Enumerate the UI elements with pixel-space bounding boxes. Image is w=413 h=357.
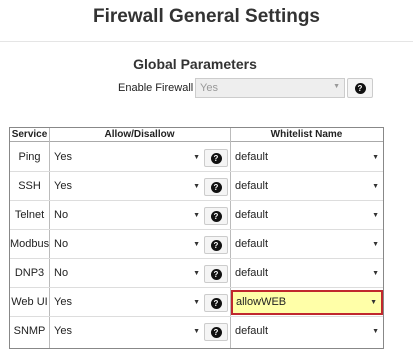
whitelist-value: default [235,238,269,250]
service-name: DNP3 [14,267,45,279]
question-circle-icon: ? [210,181,222,193]
help-button[interactable]: ? [204,149,228,167]
header-service: Service [11,129,48,140]
service-name: Web UI [11,296,48,308]
service-name: Telnet [14,209,45,221]
question-circle-icon: ? [210,268,222,280]
caret-down-icon: ▼ [193,212,200,219]
service-name: Ping [18,151,41,163]
table-row: Web UI Yes ▼ ? allowWEB ▼ [10,288,383,317]
table-row: SSH Yes ▼ ? default ▼ [10,172,383,201]
enable-firewall-help-button[interactable]: ? [347,78,373,98]
allow-select[interactable]: No ▼ [54,207,202,224]
whitelist-select[interactable]: default ▼ [235,323,381,340]
allow-select[interactable]: No ▼ [54,236,202,253]
table-row: Modbus No ▼ ? default ▼ [10,230,383,259]
question-circle-icon: ? [210,239,222,251]
table-row: SNMP Yes ▼ ? default ▼ [10,317,383,346]
help-button[interactable]: ? [204,265,228,283]
question-circle-icon: ? [210,297,222,309]
enable-firewall-value: Yes [200,82,218,94]
caret-down-icon: ▼ [372,183,379,190]
question-circle-icon: ? [354,82,366,94]
table-header: Service Allow/Disallow Whitelist Name [10,128,383,142]
caret-down-icon: ▼ [333,83,340,90]
allow-select[interactable]: Yes ▼ [54,294,202,311]
allow-value: Yes [54,151,72,163]
question-circle-icon: ? [210,210,222,222]
page-title: Firewall General Settings [92,6,321,27]
allow-select[interactable]: No ▼ [54,265,202,282]
whitelist-select[interactable]: default ▼ [235,178,381,195]
help-button[interactable]: ? [204,178,228,196]
whitelist-select[interactable]: default ▼ [235,236,381,253]
allow-value: No [54,238,69,250]
help-button[interactable]: ? [204,323,228,341]
allow-select[interactable]: Yes ▼ [54,149,202,166]
service-name: SNMP [13,325,46,337]
allow-value: No [54,267,69,279]
whitelist-value: default [235,180,269,192]
service-name: SSH [18,180,41,192]
table-row: Telnet No ▼ ? default ▼ [10,201,383,230]
allow-select[interactable]: Yes ▼ [54,178,202,195]
allow-value: Yes [54,296,72,308]
whitelist-select[interactable]: default ▼ [235,265,381,282]
whitelist-value: default [235,209,269,221]
caret-down-icon: ▼ [372,241,379,248]
caret-down-icon: ▼ [370,299,377,306]
allow-value: No [54,209,69,221]
enable-firewall-select[interactable]: Yes ▼ [195,78,345,98]
whitelist-value: default [235,267,269,279]
whitelist-select-highlighted[interactable]: allowWEB ▼ [231,290,383,315]
enable-firewall-label: Enable Firewall [118,82,194,94]
caret-down-icon: ▼ [193,183,200,190]
caret-down-icon: ▼ [372,154,379,161]
whitelist-select[interactable]: default ▼ [235,207,381,224]
caret-down-icon: ▼ [193,241,200,248]
help-button[interactable]: ? [204,294,228,312]
divider [0,41,413,42]
allow-select[interactable]: Yes ▼ [54,323,202,340]
help-button[interactable]: ? [204,236,228,254]
caret-down-icon: ▼ [372,270,379,277]
whitelist-select[interactable]: default ▼ [235,149,381,166]
caret-down-icon: ▼ [372,212,379,219]
caret-down-icon: ▼ [193,299,200,306]
whitelist-value: default [235,151,269,163]
caret-down-icon: ▼ [193,270,200,277]
question-circle-icon: ? [210,326,222,338]
header-whitelist-name: Whitelist Name [270,129,343,140]
allow-value: Yes [54,180,72,192]
help-button[interactable]: ? [204,207,228,225]
service-name: Modbus [10,238,50,250]
table-row: DNP3 No ▼ ? default ▼ [10,259,383,288]
header-allow-disallow: Allow/Disallow [104,129,175,140]
table-row: Ping Yes ▼ ? default ▼ [10,143,383,172]
services-table: Service Allow/Disallow Whitelist Name Pi… [9,127,384,349]
question-circle-icon: ? [210,152,222,164]
allow-value: Yes [54,325,72,337]
caret-down-icon: ▼ [193,154,200,161]
whitelist-value: allowWEB [236,296,287,308]
global-parameters-title: Global Parameters [133,56,257,72]
caret-down-icon: ▼ [372,328,379,335]
caret-down-icon: ▼ [193,328,200,335]
whitelist-value: default [235,325,269,337]
